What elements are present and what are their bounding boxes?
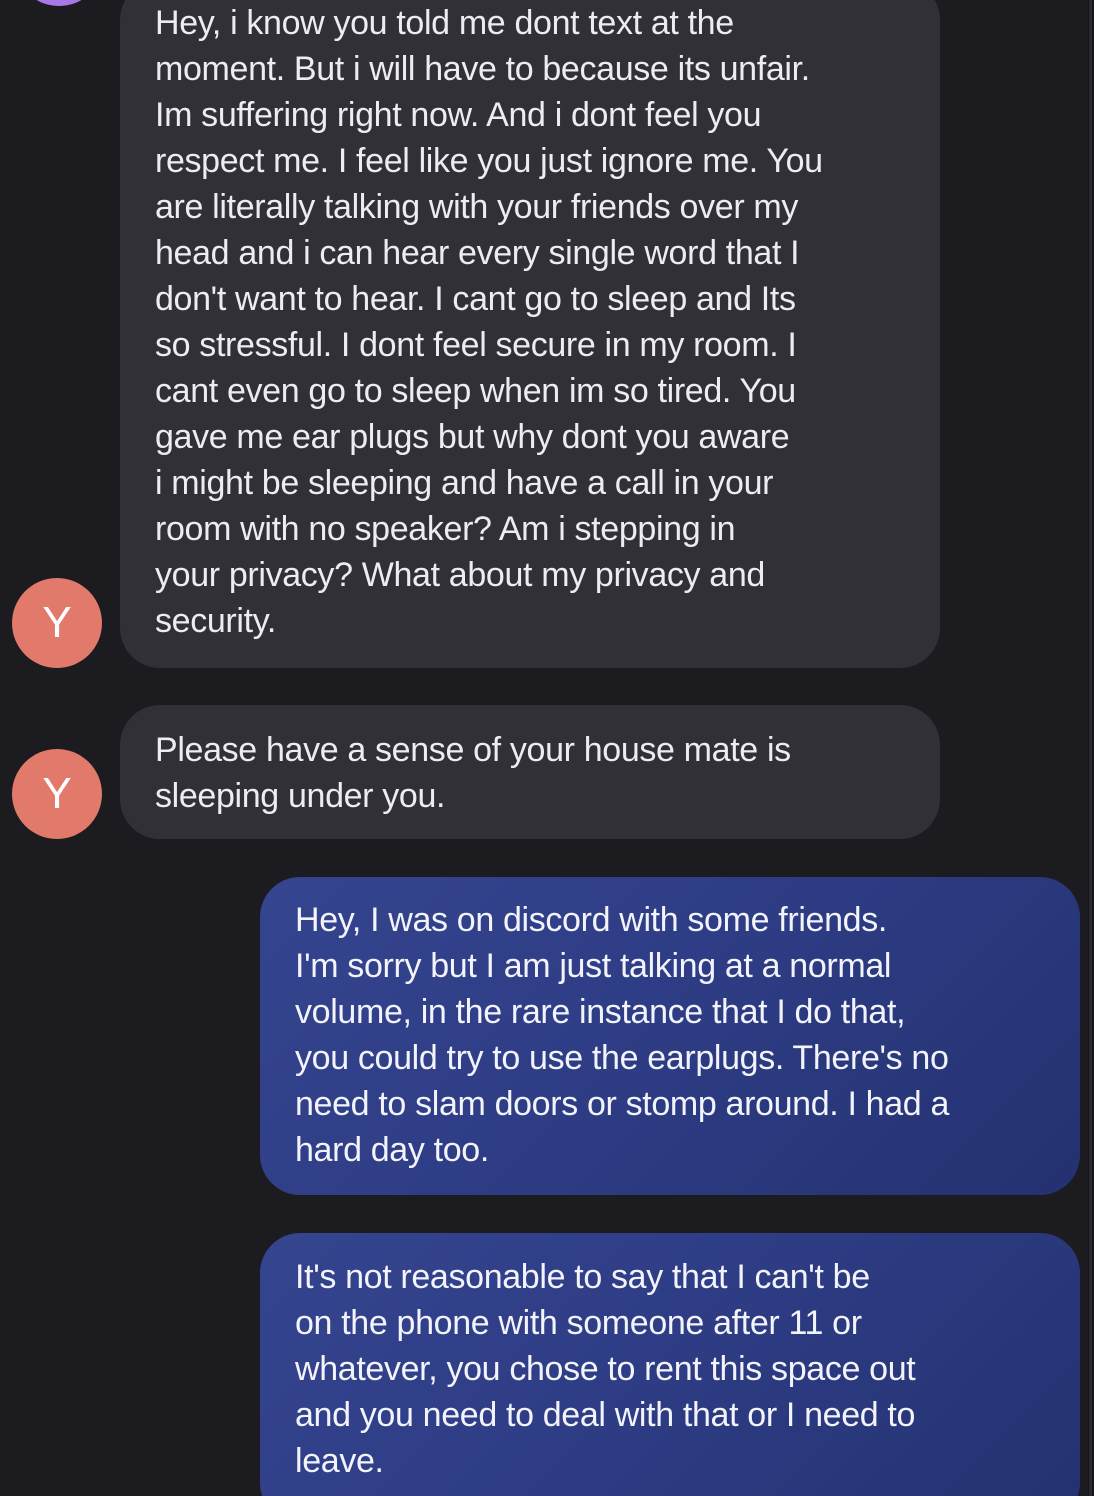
message-thread[interactable]: Y Hey, i know you told me dont text at t… [0,0,1094,1496]
outgoing-message-bubble[interactable]: Hey, I was on discord with some friends.… [260,877,1080,1195]
previous-contact-avatar [14,0,104,6]
contact-avatar[interactable]: Y [12,578,102,668]
incoming-message-bubble[interactable]: Please have a sense of your house mate i… [120,705,940,839]
outgoing-message-bubble[interactable]: It's not reasonable to say that I can't … [260,1233,1080,1496]
scrollbar-thumb[interactable] [1089,0,1092,1496]
incoming-message-bubble[interactable]: Hey, i know you told me dont text at the… [120,0,940,668]
contact-avatar[interactable]: Y [12,749,102,839]
